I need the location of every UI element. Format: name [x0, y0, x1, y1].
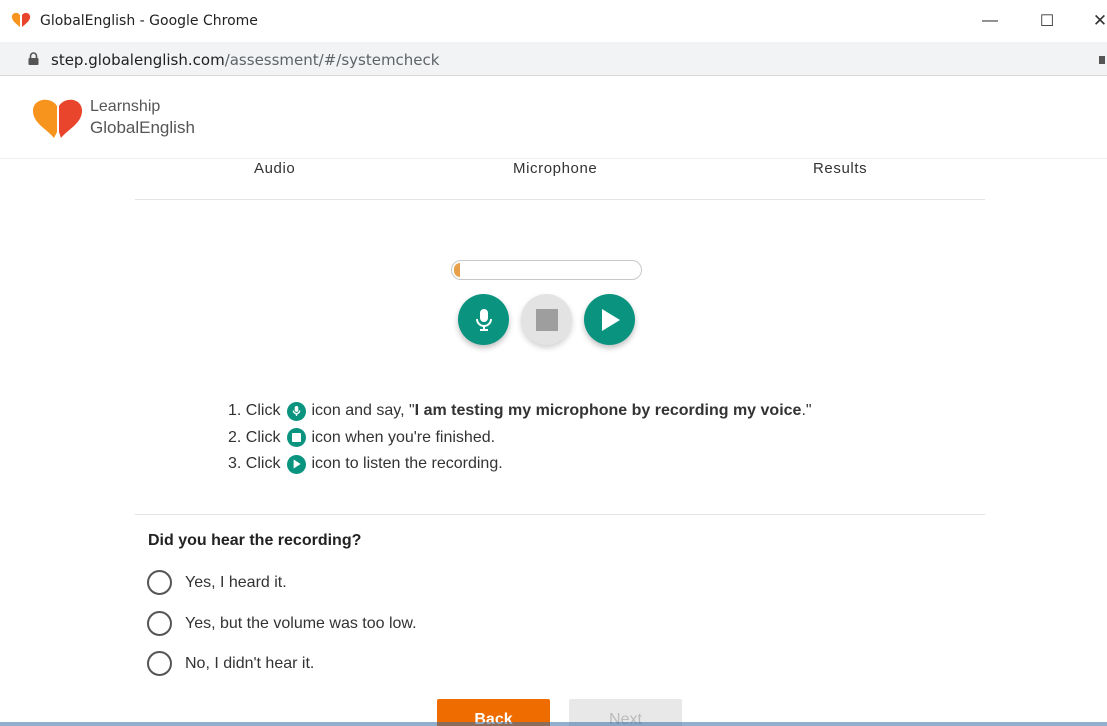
recording-level-meter [451, 260, 642, 280]
browser-title-bar: GlobalEnglish - Google Chrome — ☐ ✕ [0, 0, 1107, 42]
instructions-list: 1. Click icon and say, " I am testing my … [228, 398, 812, 478]
globalenglish-favicon-icon [11, 12, 31, 27]
minimize-button[interactable]: — [975, 8, 1005, 34]
radio-button[interactable] [147, 570, 172, 595]
step-results: Results [813, 160, 868, 177]
learnship-heart-logo-icon [32, 99, 83, 138]
url-path: /assessment/#/systemcheck [224, 51, 440, 69]
maximize-button[interactable]: ☐ [1032, 8, 1062, 34]
answer-option-heard[interactable]: Yes, I heard it. [147, 570, 287, 595]
instruction-1-phrase: I am testing my microphone by recording … [414, 402, 802, 420]
header-divider [0, 158, 1107, 159]
instruction-2-text: icon when you're finished. [311, 428, 496, 446]
lock-icon [28, 52, 39, 65]
instruction-1-suffix: ." [801, 402, 812, 420]
steps-divider [135, 199, 985, 200]
radio-button[interactable] [147, 611, 172, 636]
instruction-step-2: 2. Click icon when you're finished. [228, 425, 812, 452]
answer-option-volume-low[interactable]: Yes, but the volume was too low. [147, 611, 417, 636]
answer-label: No, I didn't hear it. [185, 654, 315, 672]
answer-label: Yes, I heard it. [185, 573, 287, 591]
stop-icon [535, 308, 558, 331]
record-button[interactable] [458, 294, 509, 345]
instruction-1-prefix: 1. Click [228, 402, 281, 420]
instruction-step-3: 3. Click icon to listen the recording. [228, 451, 812, 478]
url-text[interactable]: step.globalenglish.com/assessment/#/syst… [51, 51, 439, 69]
recording-level-fill [454, 263, 460, 277]
instruction-3-prefix: 3. Click [228, 455, 281, 473]
instruction-1-text: icon and say, " [311, 402, 415, 420]
microphone-icon [475, 308, 492, 331]
stop-button[interactable] [521, 294, 572, 345]
answer-label: Yes, but the volume was too low. [185, 614, 417, 632]
instruction-2-prefix: 2. Click [228, 428, 281, 446]
close-button[interactable]: ✕ [1085, 8, 1107, 34]
instruction-3-text: icon to listen the recording. [311, 455, 503, 473]
step-microphone: Microphone [513, 160, 598, 177]
brand-name-learnship: Learnship [90, 98, 161, 115]
play-icon [601, 308, 620, 331]
instructions-divider [135, 514, 985, 515]
play-icon [287, 454, 307, 474]
answer-option-not-heard[interactable]: No, I didn't hear it. [147, 651, 314, 676]
close-icon: ✕ [1092, 11, 1107, 30]
microphone-icon [287, 401, 307, 421]
address-bar[interactable]: step.globalenglish.com/assessment/#/syst… [0, 42, 1107, 76]
window-title: GlobalEnglish - Google Chrome [40, 13, 258, 29]
question-heading: Did you hear the recording? [148, 532, 362, 549]
stop-icon [287, 428, 307, 448]
play-button[interactable] [584, 294, 635, 345]
extension-icon[interactable] [1099, 56, 1105, 64]
taskbar-edge [0, 722, 1107, 726]
brand-name-globalenglish: GlobalEnglish [90, 118, 195, 137]
radio-button[interactable] [147, 651, 172, 676]
url-host: step.globalenglish.com [51, 51, 225, 69]
maximize-icon: ☐ [1039, 13, 1055, 30]
instruction-step-1: 1. Click icon and say, " I am testing my … [228, 398, 812, 425]
step-audio: Audio [254, 160, 296, 177]
minimize-icon: — [982, 12, 998, 29]
